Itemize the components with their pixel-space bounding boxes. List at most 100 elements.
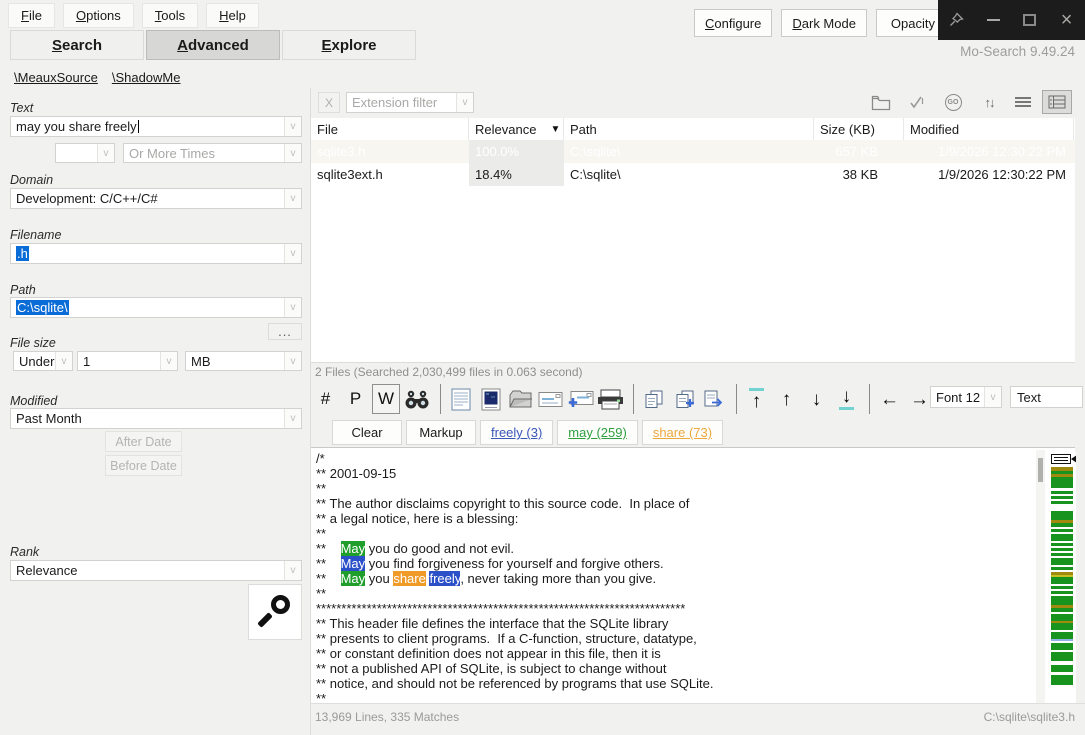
scrollbar-thumb[interactable] — [1038, 458, 1043, 482]
copy-add-button[interactable] — [670, 384, 697, 414]
print-button[interactable] — [597, 384, 624, 414]
domain-label: Domain — [10, 173, 53, 187]
match-tab-freely[interactable]: freely (3) — [480, 420, 553, 445]
open-in-editor-button[interactable] — [477, 384, 504, 414]
word-wrap-button[interactable]: W — [372, 384, 400, 414]
email-button[interactable] — [537, 384, 564, 414]
forward-button[interactable]: → — [906, 384, 933, 414]
notepad-button[interactable] — [447, 384, 474, 414]
match-tab-may[interactable]: may (259) — [557, 420, 638, 445]
tab-advanced[interactable]: Advanced — [146, 30, 280, 60]
last-match-button[interactable]: ↓ — [833, 384, 860, 414]
check-filter-button[interactable] — [902, 90, 932, 114]
copy-button[interactable] — [640, 384, 667, 414]
close-icon: × — [1061, 10, 1073, 30]
dark-mode-button[interactable]: Dark Mode — [781, 9, 867, 37]
column-header-file[interactable]: File — [311, 118, 469, 140]
first-match-button[interactable]: ↑ — [743, 384, 770, 414]
path-label: Path — [10, 283, 36, 297]
count-combo[interactable]: v — [55, 143, 115, 163]
number-lines-button[interactable]: # — [312, 384, 339, 414]
chevron-down-icon[interactable]: v — [284, 244, 301, 263]
toolbar-separator — [869, 384, 870, 414]
browse-button[interactable]: ... — [268, 323, 302, 340]
close-button[interactable]: × — [1051, 5, 1083, 35]
list-view-button[interactable] — [1008, 90, 1038, 114]
menu-file[interactable]: File — [8, 3, 55, 28]
before-date-button[interactable]: Before Date — [105, 455, 182, 476]
chevron-down-icon[interactable]: v — [284, 352, 301, 370]
sort-arrows-button[interactable]: ↑↓ — [974, 90, 1004, 114]
match-tab-clear[interactable]: Clear — [332, 420, 402, 445]
chevron-down-icon[interactable]: v — [284, 117, 301, 136]
match-map[interactable] — [1051, 452, 1076, 703]
match-tabs: ClearMarkupfreely (3)may (259)share (73) — [332, 420, 723, 445]
chevron-down-icon[interactable]: v — [284, 298, 301, 317]
preview-line: ** This header file defines the interfac… — [316, 616, 1075, 631]
chevron-down-icon[interactable]: v — [55, 352, 72, 370]
modified-combo[interactable]: Past Month v — [10, 408, 302, 429]
font-selector-combo[interactable]: Font 12 v — [930, 386, 1002, 408]
next-match-button[interactable]: ↓ — [803, 384, 830, 414]
column-header-modified[interactable]: Modified — [904, 118, 1074, 140]
table-row[interactable]: sqlite3.h100.0%C:\sqlite\657 KB1/9/2026 … — [311, 140, 1075, 163]
chevron-down-icon[interactable]: v — [284, 561, 301, 580]
match-tab-share[interactable]: share (73) — [642, 420, 723, 445]
match-tab-markup[interactable]: Markup — [406, 420, 476, 445]
after-date-button[interactable]: After Date — [105, 431, 182, 452]
table-row[interactable]: sqlite3ext.h18.4%C:\sqlite\38 KB1/9/2026… — [311, 163, 1075, 186]
email-add-button[interactable] — [567, 384, 594, 414]
titlebar-buttons: ConfigureDark ModeOpacity — [694, 9, 950, 37]
tab-explore[interactable]: Explore — [282, 30, 416, 60]
folder-open-icon — [508, 389, 533, 409]
find-button[interactable] — [403, 384, 431, 414]
chevron-down-icon[interactable]: v — [160, 352, 177, 370]
link-meauxsource[interactable]: \MeauxSource — [14, 70, 98, 85]
menu-tools[interactable]: Tools — [142, 3, 198, 28]
preview-line: ** — [316, 586, 1075, 601]
find-text-input[interactable]: Text — [1010, 386, 1083, 408]
prev-match-button[interactable]: ↑ — [773, 384, 800, 414]
configure-button[interactable]: Configure — [694, 9, 772, 37]
menu-help[interactable]: Help — [206, 3, 259, 28]
chevron-down-icon[interactable]: v — [284, 189, 301, 208]
filesize-op-combo[interactable]: Under v — [13, 351, 73, 371]
chevron-down-icon[interactable]: v — [97, 144, 114, 162]
preview-scrollbar[interactable] — [1036, 450, 1045, 703]
rank-combo[interactable]: Relevance v — [10, 560, 302, 581]
open-folder-button[interactable] — [507, 384, 534, 414]
details-view-button[interactable] — [1042, 90, 1072, 114]
column-header-path[interactable]: Path — [564, 118, 814, 140]
folder-button[interactable] — [866, 90, 896, 114]
domain-combo[interactable]: Development: C/C++/C# v — [10, 188, 302, 209]
menu-options[interactable]: Options — [63, 3, 134, 28]
chevron-down-icon[interactable]: v — [284, 144, 301, 162]
back-button[interactable]: ← — [876, 384, 903, 414]
chevron-down-icon[interactable]: v — [456, 93, 473, 112]
export-button[interactable] — [700, 384, 727, 414]
plain-view-button[interactable]: P — [342, 384, 369, 414]
clear-filter-button[interactable]: X — [318, 92, 340, 113]
filesize-unit-combo[interactable]: MB v — [185, 351, 302, 371]
link-shadowme[interactable]: \ShadowMe — [112, 70, 181, 85]
filename-input[interactable]: .h v — [10, 243, 302, 264]
or-more-times-combo[interactable]: Or More Times v — [123, 143, 302, 163]
chevron-down-icon[interactable]: v — [984, 387, 1001, 407]
search-button[interactable] — [248, 584, 302, 640]
go-button[interactable]: GO — [938, 90, 968, 114]
column-header-relevance[interactable]: Relevance▼ — [469, 118, 564, 140]
maximize-button[interactable] — [1014, 5, 1046, 35]
check-filter-icon — [908, 94, 926, 110]
pin-button[interactable] — [940, 5, 972, 35]
column-header-size-kb-[interactable]: Size (KB) — [814, 118, 904, 140]
tab-search[interactable]: Search — [10, 30, 144, 60]
path-input[interactable]: C:\sqlite\ v — [10, 297, 302, 318]
text-input[interactable]: may you share freely v — [10, 116, 302, 137]
line-match-count: 13,969 Lines, 335 Matches — [315, 710, 459, 724]
match-highlight-green: May — [341, 541, 366, 556]
minimize-button[interactable] — [977, 5, 1009, 35]
filesize-value-combo[interactable]: 1 v — [77, 351, 178, 371]
pin-icon — [948, 12, 964, 28]
chevron-down-icon[interactable]: v — [284, 409, 301, 428]
extension-filter-combo[interactable]: Extension filter v — [346, 92, 474, 113]
